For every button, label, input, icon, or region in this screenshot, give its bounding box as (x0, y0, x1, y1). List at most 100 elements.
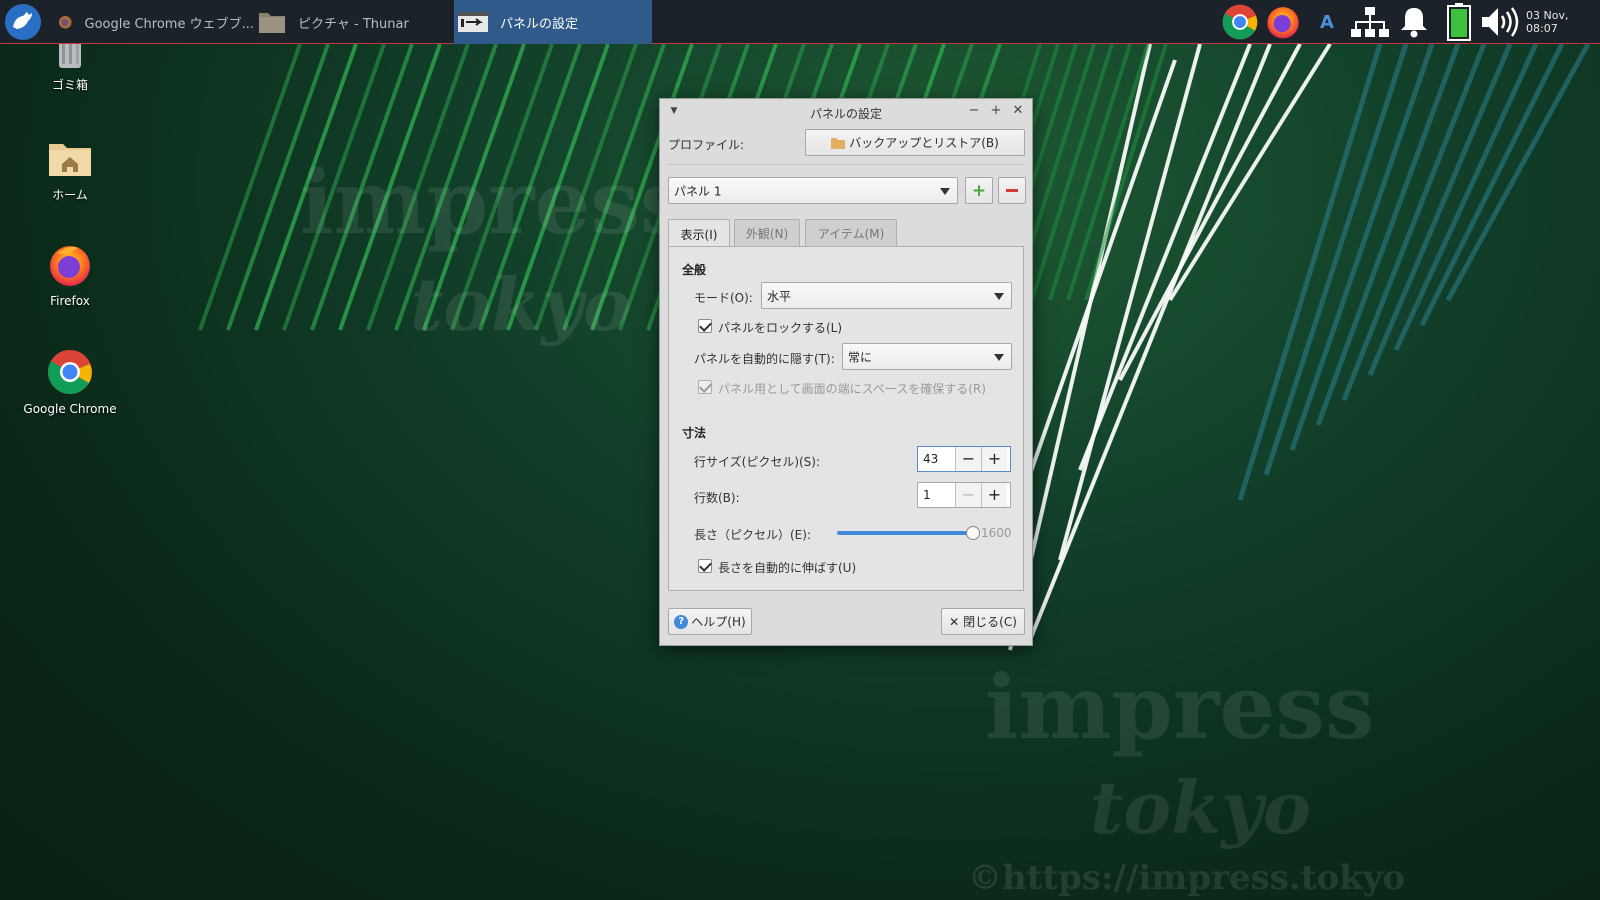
desktop-icon-firefox[interactable]: Firefox (15, 242, 125, 308)
task-label: ピクチャ - Thunar (298, 16, 409, 32)
length-slider-handle[interactable] (966, 526, 980, 540)
task-thunar[interactable]: ピクチャ - Thunar (256, 0, 446, 44)
length-label: 長さ（ピクセル）(E): (694, 528, 811, 542)
launcher-firefox[interactable] (1263, 0, 1303, 44)
reserve-space-checkbox[interactable] (698, 380, 712, 394)
speaker-volume-icon (1482, 7, 1519, 37)
chrome-icon (48, 350, 92, 394)
close-icon: ✕ (949, 614, 960, 629)
xfce-logo-icon (5, 4, 41, 40)
panel-preferences-dialog: ▼ パネルの設定 − + ✕ プロファイル: バックアップとリストア(B) パネ… (659, 98, 1033, 646)
minimize-icon[interactable]: − (966, 103, 982, 119)
whisker-menu-button[interactable] (2, 0, 44, 44)
autohide-select-value: 常に (848, 350, 873, 364)
add-panel-button[interactable]: + (965, 177, 993, 204)
decrement-button[interactable]: − (955, 483, 981, 507)
wallpaper-watermark: impress (300, 150, 690, 254)
help-button[interactable]: ? ヘルプ(H) (668, 608, 752, 635)
autohide-select[interactable]: 常に (842, 343, 1012, 370)
mode-label: モード(O): (694, 291, 753, 305)
row-size-spinbox[interactable]: 43 − + (917, 446, 1011, 472)
home-folder-icon (49, 144, 91, 176)
remove-panel-button[interactable] (998, 177, 1026, 204)
firefox-icon (50, 246, 90, 286)
task-chrome[interactable]: Google Chrome ウェブブ... (54, 0, 254, 44)
task-label: Google Chrome ウェブブ... (84, 16, 255, 32)
battery-indicator[interactable] (1444, 0, 1474, 44)
rows-label: 行数(B): (694, 491, 740, 505)
autohide-label: パネルを自動的に隠す(T): (694, 352, 835, 366)
battery-icon (1447, 3, 1471, 41)
help-icon: ? (674, 614, 689, 629)
chevron-down-icon (994, 292, 1004, 300)
mode-select[interactable]: 水平 (761, 282, 1012, 309)
wallpaper-stripe (198, 43, 302, 331)
chevron-down-icon (940, 187, 950, 195)
plus-icon: + (971, 180, 987, 201)
section-measurements-heading: 寸法 (682, 426, 707, 440)
lock-panel-checkbox[interactable] (698, 319, 712, 333)
minus-icon (1006, 189, 1018, 192)
dialog-titlebar[interactable]: ▼ パネルの設定 − + ✕ (660, 99, 1032, 125)
autoextend-checkbox[interactable] (698, 559, 712, 573)
firefox-icon (1267, 7, 1299, 39)
wallpaper-watermark-url: ©https://impress.tokyo (968, 858, 1406, 898)
firefox-icon (58, 16, 72, 29)
wallpaper-stripe (1237, 43, 1383, 501)
panel-preferences-icon (458, 12, 488, 32)
wallpaper-stripe (1168, 42, 1332, 302)
close-icon[interactable]: ✕ (1010, 103, 1026, 119)
desktop-icon-label: ゴミ箱 (51, 78, 88, 92)
tab-appearance[interactable]: 外観(N) (734, 219, 800, 247)
rows-spinbox[interactable]: 1 − + (917, 482, 1011, 508)
chrome-icon (1222, 4, 1258, 40)
input-method-indicator[interactable]: A (1312, 0, 1342, 44)
wallpaper-watermark: tokyo (410, 262, 632, 347)
row-size-input[interactable]: 43 (918, 447, 955, 471)
reserve-space-label: パネル用として画面の端にスペースを確保する(R) (718, 382, 986, 396)
backup-restore-button[interactable]: バックアップとリストア(B) (805, 129, 1025, 156)
close-button[interactable]: ✕ 閉じる(C) (941, 608, 1025, 635)
desktop-icon-label: Firefox (50, 294, 90, 308)
clock-text: 03 Nov, 08:07 (1526, 9, 1569, 35)
decrement-button[interactable]: − (955, 447, 981, 471)
close-button-label: 閉じる(C) (963, 615, 1017, 629)
tab-display[interactable]: 表示(I) (668, 219, 730, 248)
clock[interactable]: 03 Nov, 08:07 (1526, 0, 1598, 44)
panel-select-value: パネル 1 (674, 184, 722, 198)
profile-label: プロファイル: (668, 138, 745, 152)
increment-button[interactable]: + (981, 447, 1007, 471)
tab-panel-display: 全般 モード(O): 水平 パネルをロックする(L) パネルを自動的に隠す(T)… (668, 246, 1024, 591)
bell-icon (1401, 8, 1427, 38)
desktop-icon-home[interactable]: ホーム (15, 136, 125, 203)
wallpaper-stripe (1263, 43, 1409, 476)
launcher-chrome[interactable] (1220, 0, 1260, 44)
chevron-down-icon (994, 353, 1004, 361)
increment-button[interactable]: + (981, 483, 1007, 507)
task-label: パネルの設定 (500, 16, 579, 32)
desktop-icon-chrome[interactable]: Google Chrome (15, 348, 125, 416)
wallpaper-watermark: impress (985, 655, 1375, 759)
separator (668, 164, 1024, 165)
length-slider[interactable] (837, 531, 973, 535)
help-button-label: ヘルプ(H) (691, 615, 746, 629)
task-panel-preferences[interactable]: パネルの設定 (454, 0, 652, 44)
mode-select-value: 水平 (767, 289, 792, 303)
row-size-label: 行サイズ(ピクセル)(S): (694, 455, 821, 469)
desktop-icon-trash[interactable]: ゴミ箱 (15, 40, 125, 93)
taskbar: Google Chrome ウェブブ... ピクチャ - Thunar パネルの… (0, 0, 1600, 44)
panel-select[interactable]: パネル 1 (668, 177, 958, 204)
tab-items[interactable]: アイテム(M) (805, 219, 897, 247)
wallpaper-stripe (1058, 43, 1202, 561)
volume-indicator[interactable] (1480, 0, 1520, 44)
network-indicator[interactable] (1350, 0, 1390, 44)
maximize-icon[interactable]: + (988, 103, 1004, 119)
rows-input[interactable]: 1 (918, 483, 955, 507)
lock-panel-label: パネルをロックする(L) (718, 321, 843, 335)
input-method-icon: A (1320, 11, 1334, 33)
wallpaper-stripe (1118, 43, 1302, 381)
section-general-heading: 全般 (682, 263, 707, 277)
desktop-icon-label: Google Chrome (23, 402, 117, 416)
notification-indicator[interactable] (1397, 0, 1431, 44)
desktop-icon-label: ホーム (52, 188, 88, 202)
